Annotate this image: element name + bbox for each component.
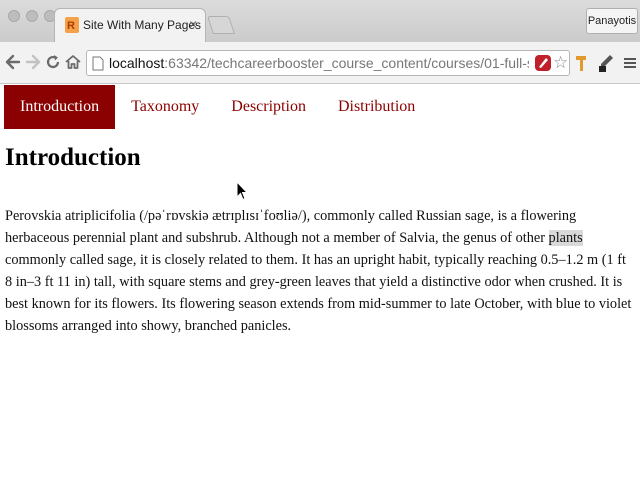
bookmark-star-icon[interactable]: ☆ <box>553 53 568 73</box>
reload-icon[interactable] <box>44 52 62 72</box>
forward-arrow-icon[interactable] <box>24 52 42 72</box>
page-icon <box>92 56 104 71</box>
back-arrow-icon[interactable] <box>4 52 22 72</box>
new-tab-button[interactable] <box>207 16 235 34</box>
tab-close-icon[interactable]: × <box>189 16 197 32</box>
window-close-icon[interactable] <box>8 10 20 22</box>
nav-description[interactable]: Description <box>215 85 322 129</box>
browser-toolbar: localhost:63342/techcareerbooster_course… <box>0 42 640 84</box>
url-path: :63342/techcareerbooster_course_content/… <box>164 55 529 71</box>
window-minimize-icon[interactable] <box>26 10 38 22</box>
url-host: localhost <box>109 55 165 71</box>
paragraph-text-start: Perovskia atriplicifolia (/pəˈrɒvskiə æt… <box>5 208 577 246</box>
highlighted-word: plants <box>548 230 583 246</box>
extension-icon[interactable] <box>533 53 553 73</box>
nav-taxonomy[interactable]: Taxonomy <box>115 85 215 129</box>
hammer-icon[interactable] <box>572 52 592 74</box>
nav-introduction[interactable]: Introduction <box>4 85 116 129</box>
favicon-icon: R <box>65 17 79 33</box>
page-heading: Introduction <box>5 144 141 171</box>
menu-icon[interactable] <box>620 52 640 74</box>
paragraph-text-end: commonly called sage, it is closely rela… <box>5 252 632 334</box>
nav-distribution[interactable]: Distribution <box>322 85 431 129</box>
mouse-cursor-icon <box>236 181 248 201</box>
eyedropper-icon[interactable] <box>596 52 616 74</box>
browser-title-bar: R Site With Many Pages × Panayotis <box>0 0 640 42</box>
svg-text:R: R <box>67 20 75 32</box>
browser-tab[interactable]: R Site With Many Pages × <box>54 8 206 42</box>
tab-title: Site With Many Pages <box>83 18 202 32</box>
address-bar[interactable]: localhost:63342/techcareerbooster_course… <box>86 50 570 76</box>
site-nav: Introduction Taxonomy Description Distri… <box>4 85 431 129</box>
address-url: localhost:63342/techcareerbooster_course… <box>109 55 529 71</box>
home-icon[interactable] <box>64 52 82 72</box>
profile-button[interactable]: Panayotis <box>586 8 638 34</box>
intro-paragraph: Perovskia atriplicifolia (/pəˈrɒvskiə æt… <box>5 205 633 337</box>
